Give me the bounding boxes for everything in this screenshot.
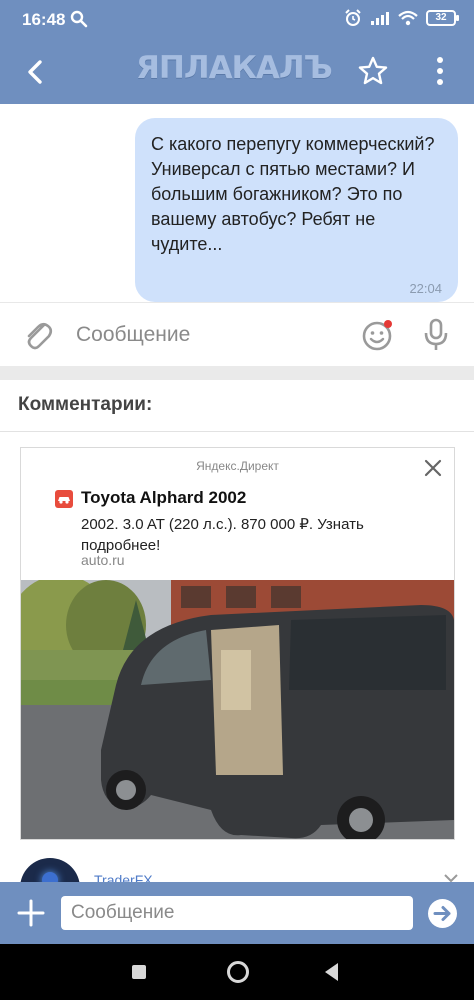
ad-source: Яндекс.Директ [196,459,279,473]
ad-description: 2002. 3.0 AT (220 л.с.). 870 000 ₽. Узна… [81,516,364,554]
system-nav-bar [0,944,474,1000]
back-arrow-icon[interactable] [18,54,54,90]
more-vertical-icon[interactable] [426,54,454,88]
plus-icon[interactable] [16,898,46,928]
app-bar: ЯПЛАКАЛЪ [0,40,474,104]
message-input[interactable]: Сообщение [76,323,190,347]
status-time: 16:48 [22,10,66,29]
message-time: 22:04 [409,281,442,296]
home-icon[interactable] [227,961,249,983]
avatar[interactable] [20,858,80,882]
battery-icon: 32 [426,10,459,26]
status-bar: 16:48 32 [0,0,474,40]
star-icon[interactable] [356,54,390,88]
ad-card[interactable]: Яндекс.Директ Toyota Alphard 2002 2002. … [20,447,455,840]
close-icon[interactable] [424,459,442,477]
ad-title[interactable]: Toyota Alphard 2002 [81,488,246,508]
avatar-glow [42,872,58,882]
car-icon [58,497,70,504]
comments-heading: Комментарии: [18,394,153,415]
send-button[interactable] [428,899,457,928]
wifi-icon [398,10,418,26]
chevron-down-icon[interactable] [444,874,458,882]
signal-icon [371,12,389,25]
ad-car-photo[interactable] [21,580,454,839]
comments-divider [0,431,474,432]
back-triangle-icon[interactable] [325,963,338,981]
emoji-icon[interactable] [360,317,396,353]
alarm-icon [345,9,361,26]
search-icon [70,10,88,28]
message-bubble[interactable]: С какого перепугу коммерческий? Универса… [135,118,458,302]
ad-domain[interactable]: auto.ru [81,552,125,568]
comment-author[interactable]: TraderFX [94,872,153,882]
bottom-compose-bar [0,882,474,944]
attach-icon[interactable] [22,317,54,353]
mic-icon[interactable] [422,317,450,353]
comment-item[interactable]: TraderFX [0,856,474,882]
site-logo[interactable]: ЯПЛАКАЛЪ [136,50,333,86]
message-text: С какого перепугу коммерческий? Универса… [151,134,435,254]
comment-input[interactable] [61,896,413,930]
ad-favicon [55,490,73,508]
section-divider [0,366,474,380]
message-compose-bar: Сообщение [0,302,474,366]
send-icon [433,906,451,921]
recents-icon[interactable] [132,965,146,979]
